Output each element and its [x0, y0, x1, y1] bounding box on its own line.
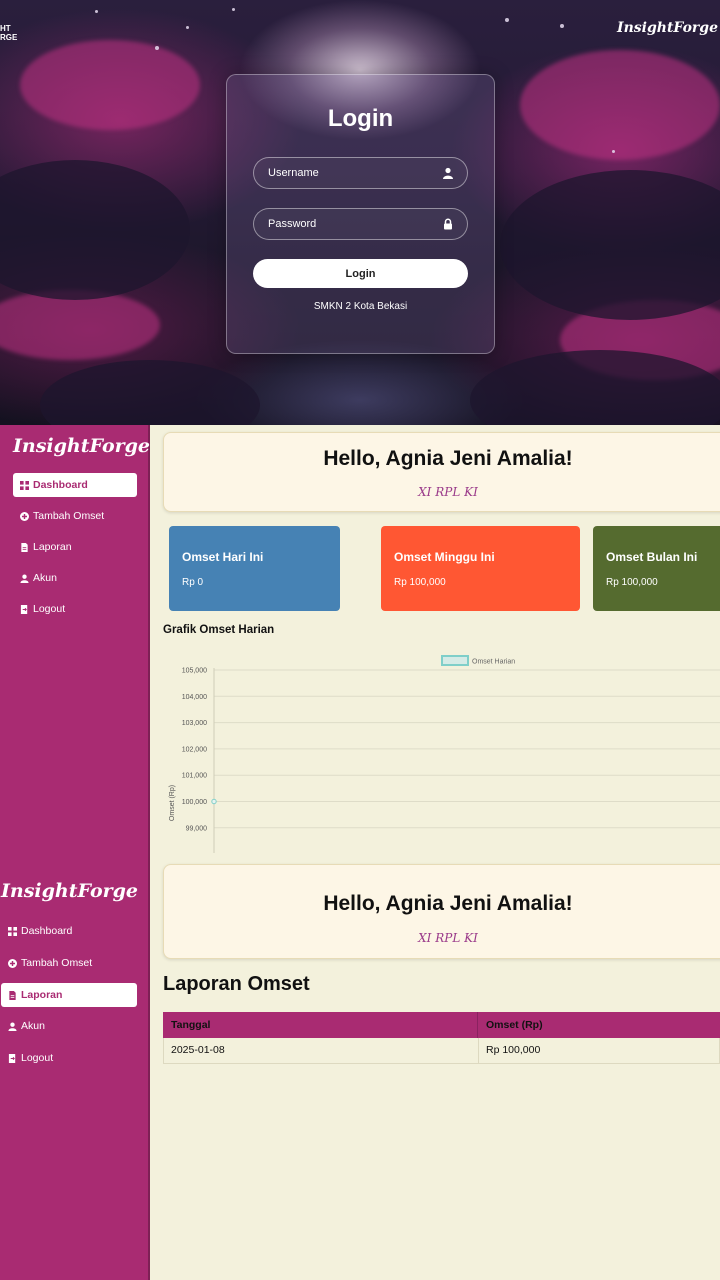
y-tick-label: 102,000	[182, 746, 207, 753]
sidebar-logo: InsightForge	[1, 880, 138, 902]
sidebar-item-laporan[interactable]: Laporan	[20, 535, 72, 559]
class-label: XI RPL KI	[418, 931, 478, 945]
sidebar-item-label: Tambah Omset	[33, 510, 105, 522]
column-header-tanggal: Tanggal	[163, 1012, 478, 1038]
sidebar-item-akun[interactable]: Akun	[20, 566, 57, 590]
sidebar-item-label: Logout	[21, 1052, 54, 1064]
stat-card-today: Omset Hari Ini Rp 0	[169, 526, 340, 611]
class-label: XI RPL KI	[418, 485, 478, 499]
table-header: Tanggal Omset (Rp)	[163, 1012, 720, 1038]
background-star	[505, 18, 509, 22]
column-header-omset: Omset (Rp)	[486, 1019, 543, 1031]
logout-icon	[8, 1053, 16, 1063]
user-icon	[20, 574, 29, 583]
table-cell-omset: Rp 100,000	[486, 1044, 541, 1056]
dashboard-icon	[20, 480, 29, 490]
stat-value: Rp 0	[182, 577, 204, 588]
legend-label: Omset Harian	[472, 659, 515, 666]
background-star	[612, 150, 615, 153]
background-star	[232, 8, 235, 11]
omset-chart: Omset Harian 105,000 104,000 103,000 102,000…	[169, 655, 720, 853]
stat-value: Rp 100,000	[394, 577, 446, 588]
background-rock	[470, 350, 720, 425]
background-star	[186, 26, 189, 29]
sidebar: InsightForge Dashboard Tambah Omset Lapo…	[0, 853, 150, 1280]
sidebar-item-label: Akun	[21, 1020, 45, 1032]
greeting-title: Hello, Agnia Jeni Amalia!	[323, 892, 573, 915]
sidebar-item-label: Laporan	[21, 989, 63, 1001]
stat-title: Omset Hari Ini	[182, 550, 264, 564]
sidebar-item-label: Dashboard	[21, 925, 73, 937]
y-tick-label: 99,000	[186, 825, 208, 832]
stat-title: Omset Bulan Ini	[606, 550, 698, 564]
y-tick-label: 100,000	[182, 799, 207, 806]
background-rock	[0, 160, 190, 300]
greeting-card: Hello, Agnia Jeni Amalia! XI RPL KI	[163, 864, 720, 959]
sidebar-item-label: Logout	[33, 603, 66, 615]
greeting-card: Hello, Agnia Jeni Amalia! XI RPL KI	[163, 432, 720, 512]
background-star	[155, 46, 159, 50]
stat-value: Rp 100,000	[606, 577, 658, 588]
background-blossom	[520, 50, 720, 160]
password-input[interactable]	[253, 208, 468, 240]
username-input[interactable]	[253, 157, 468, 189]
sidebar-item-label: Tambah Omset	[21, 957, 93, 969]
stat-card-month: Omset Bulan Ini Rp 100,000	[593, 526, 720, 611]
background-star	[95, 10, 98, 13]
background-rock	[500, 170, 720, 320]
sidebar-item-label: Akun	[33, 572, 57, 584]
logout-icon	[20, 604, 28, 614]
stat-card-week: Omset Minggu Ini Rp 100,000	[381, 526, 580, 611]
table-cell-date: 2025-01-08	[164, 1038, 479, 1063]
table-row: 2025-01-08 Rp 100,000	[163, 1038, 720, 1064]
y-tick-label: 104,000	[182, 694, 207, 701]
sidebar-item-logout[interactable]: Logout	[20, 597, 65, 621]
sidebar-item-label: Dashboard	[33, 479, 88, 491]
lock-icon	[444, 218, 452, 230]
dashboard-icon	[8, 926, 17, 936]
sidebar-item-tambah-omset[interactable]: Tambah Omset	[20, 504, 104, 528]
brand-logo-line: RGE	[0, 33, 18, 42]
stat-title: Omset Minggu Ini	[394, 550, 495, 564]
user-icon	[8, 1022, 17, 1031]
y-tick-label: 101,000	[182, 773, 207, 780]
chart-heading: Grafik Omset Harian	[163, 624, 275, 636]
file-icon	[21, 542, 28, 552]
sidebar-item-dashboard[interactable]: Dashboard	[13, 473, 137, 497]
background-rock	[40, 360, 260, 425]
sidebar-logo: InsightForge	[13, 435, 150, 457]
plus-circle-icon	[8, 958, 17, 968]
sidebar-item-akun[interactable]: Akun	[8, 1014, 45, 1038]
y-tick-label: 103,000	[182, 720, 207, 727]
sidebar-item-tambah-omset[interactable]: Tambah Omset	[8, 951, 92, 975]
sidebar-item-laporan[interactable]: Laporan	[1, 983, 137, 1007]
legend-swatch	[441, 655, 469, 666]
report-title: Laporan Omset	[163, 973, 310, 995]
sidebar-item-logout[interactable]: Logout	[8, 1046, 53, 1070]
brand-logo-line: HT	[0, 24, 11, 33]
login-title: Login	[327, 105, 394, 132]
greeting-title: Hello, Agnia Jeni Amalia!	[323, 447, 573, 470]
sidebar-item-dashboard[interactable]: Dashboard	[8, 919, 72, 943]
file-icon	[9, 990, 16, 1000]
y-axis-label: Omset (Rp)	[169, 785, 176, 821]
background-blossom	[20, 40, 200, 130]
brand-logo: InsightForge	[617, 20, 718, 36]
plus-circle-icon	[20, 511, 29, 521]
sidebar: InsightForge Dashboard Tambah Omset Lapo…	[0, 425, 150, 853]
sidebar-item-label: Laporan	[33, 541, 72, 553]
user-icon	[443, 167, 453, 179]
school-name: SMKN 2 Kota Bekasi	[313, 301, 408, 312]
login-button[interactable]: Login	[253, 259, 468, 288]
y-tick-label: 105,000	[182, 668, 207, 675]
login-card: Login Login SMKN 2 Kota Bekasi	[226, 74, 495, 354]
data-point	[211, 798, 217, 805]
brand-logo-partial: HT RGE	[0, 24, 17, 42]
background-star	[560, 24, 564, 28]
login-screen: HT RGE InsightForge Login Login SMKN 2 K…	[0, 0, 720, 425]
background-blossom	[0, 290, 160, 360]
